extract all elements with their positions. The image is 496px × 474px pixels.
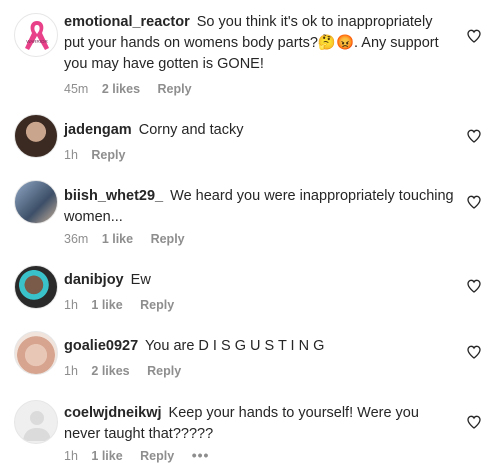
comment-username[interactable]: emotional_reactor: [64, 14, 190, 30]
reply-button[interactable]: Reply: [91, 148, 125, 162]
comment-username[interactable]: biish_whet29_: [64, 188, 163, 204]
reply-button[interactable]: Reply: [140, 449, 174, 463]
avatar[interactable]: WARRIOR: [14, 13, 58, 57]
avatar[interactable]: [14, 265, 58, 309]
reply-button[interactable]: Reply: [147, 364, 181, 378]
profile-photo: [15, 266, 58, 309]
reply-button[interactable]: Reply: [158, 82, 192, 96]
avatar[interactable]: [14, 400, 58, 444]
comment-likes[interactable]: 1 like: [91, 298, 122, 312]
comment-likes[interactable]: 1 like: [102, 232, 133, 246]
comment-text: Corny and tacky: [138, 122, 244, 138]
comment-text: You are D I S G U S T I N G: [144, 338, 325, 354]
avatar[interactable]: [14, 114, 58, 158]
heart-icon[interactable]: [466, 278, 482, 294]
avatar[interactable]: [14, 331, 58, 375]
reply-button[interactable]: Reply: [140, 298, 174, 312]
profile-photo: [15, 115, 58, 158]
comment-time: 36m: [64, 232, 89, 246]
comment-username[interactable]: jadengam: [64, 122, 132, 138]
comment-username[interactable]: goalie0927: [64, 338, 138, 354]
svg-text:WARRIOR: WARRIOR: [26, 39, 48, 44]
comment-time: 45m: [64, 82, 89, 96]
default-avatar-icon: [23, 411, 51, 441]
comment-text: Ew: [130, 272, 151, 288]
avatar[interactable]: [14, 180, 58, 224]
profile-photo: [15, 181, 58, 224]
comment-time: 1h: [64, 449, 78, 463]
comment-username[interactable]: coelwjdneikwj: [64, 405, 162, 421]
comment-time: 1h: [64, 148, 78, 162]
heart-icon[interactable]: [466, 194, 482, 210]
heart-icon[interactable]: [466, 28, 482, 44]
comment-likes[interactable]: 2 likes: [91, 364, 129, 378]
reply-button[interactable]: Reply: [151, 232, 185, 246]
comment-likes[interactable]: 2 likes: [102, 82, 140, 96]
heart-icon[interactable]: [466, 128, 482, 144]
comment-time: 1h: [64, 364, 78, 378]
profile-photo: [15, 332, 58, 375]
comment-time: 1h: [64, 298, 78, 312]
more-options-icon[interactable]: •••: [192, 447, 210, 463]
comment-likes[interactable]: 1 like: [91, 449, 122, 463]
pink-ribbon-icon: WARRIOR: [25, 21, 49, 50]
heart-icon[interactable]: [466, 344, 482, 360]
comment-username[interactable]: danibjoy: [64, 272, 124, 288]
heart-icon[interactable]: [466, 414, 482, 430]
